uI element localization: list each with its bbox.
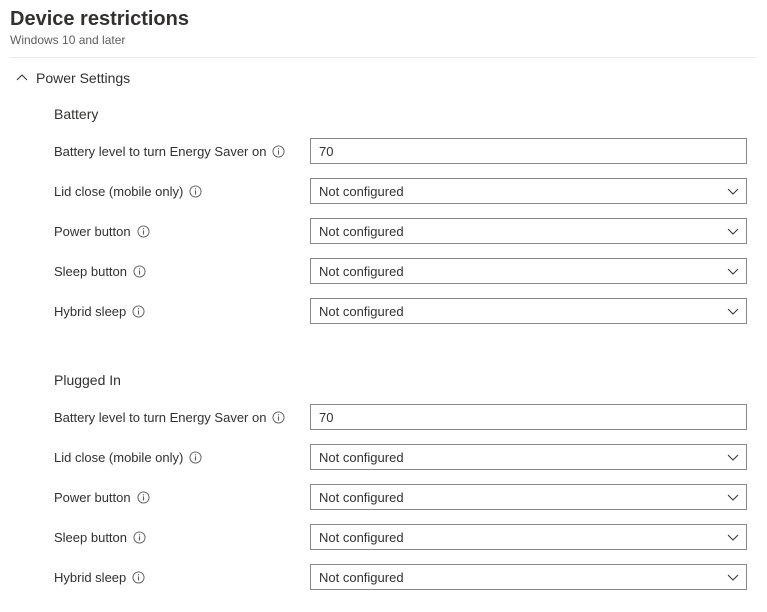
battery-lid-close-select[interactable]: Not configured bbox=[310, 178, 747, 204]
battery-energy-saver-label: Battery level to turn Energy Saver on bbox=[54, 144, 310, 159]
label-text: Power button bbox=[54, 490, 131, 505]
battery-sleep-button-label: Sleep button bbox=[54, 264, 310, 279]
plugged-hybrid-sleep-row: Hybrid sleep Not configured bbox=[54, 564, 747, 590]
plugged-sleep-button-row: Sleep button Not configured bbox=[54, 524, 747, 550]
label-text: Lid close (mobile only) bbox=[54, 184, 183, 199]
select-value: Not configured bbox=[319, 490, 404, 505]
label-text: Hybrid sleep bbox=[54, 570, 126, 585]
chevron-up-icon bbox=[16, 72, 28, 84]
plugged-lid-close-select[interactable]: Not configured bbox=[310, 444, 747, 470]
plugged-power-button-select[interactable]: Not configured bbox=[310, 484, 747, 510]
info-icon[interactable] bbox=[132, 571, 145, 584]
plugged-lid-close-label: Lid close (mobile only) bbox=[54, 450, 310, 465]
battery-sleep-button-select[interactable]: Not configured bbox=[310, 258, 747, 284]
select-value: Not configured bbox=[319, 304, 404, 319]
plugged-hybrid-sleep-label: Hybrid sleep bbox=[54, 570, 310, 585]
battery-hybrid-sleep-select[interactable]: Not configured bbox=[310, 298, 747, 324]
page-subtitle: Windows 10 and later bbox=[10, 33, 757, 47]
page-title: Device restrictions bbox=[10, 8, 757, 31]
plugged-energy-saver-input[interactable] bbox=[310, 404, 747, 430]
section-body: Battery Battery level to turn Energy Sav… bbox=[10, 106, 757, 590]
select-value: Not configured bbox=[319, 184, 404, 199]
label-text: Sleep button bbox=[54, 530, 127, 545]
divider bbox=[10, 57, 757, 58]
info-icon[interactable] bbox=[272, 411, 285, 424]
info-icon[interactable] bbox=[137, 225, 150, 238]
info-icon[interactable] bbox=[189, 185, 202, 198]
info-icon[interactable] bbox=[272, 145, 285, 158]
label-text: Battery level to turn Energy Saver on bbox=[54, 144, 266, 159]
battery-sleep-button-row: Sleep button Not configured bbox=[54, 258, 747, 284]
plugged-power-button-label: Power button bbox=[54, 490, 310, 505]
battery-energy-saver-input[interactable] bbox=[310, 138, 747, 164]
battery-power-button-row: Power button Not configured bbox=[54, 218, 747, 244]
select-value: Not configured bbox=[319, 264, 404, 279]
plugged-lid-close-row: Lid close (mobile only) Not configured bbox=[54, 444, 747, 470]
info-icon[interactable] bbox=[132, 305, 145, 318]
info-icon[interactable] bbox=[137, 491, 150, 504]
section-title: Power Settings bbox=[36, 70, 130, 86]
label-text: Battery level to turn Energy Saver on bbox=[54, 410, 266, 425]
label-text: Power button bbox=[54, 224, 131, 239]
plugged-power-button-row: Power button Not configured bbox=[54, 484, 747, 510]
battery-lid-close-row: Lid close (mobile only) Not configured bbox=[54, 178, 747, 204]
label-text: Hybrid sleep bbox=[54, 304, 126, 319]
battery-heading: Battery bbox=[54, 106, 747, 122]
plugged-heading: Plugged In bbox=[54, 372, 747, 388]
select-value: Not configured bbox=[319, 570, 404, 585]
select-value: Not configured bbox=[319, 224, 404, 239]
battery-hybrid-sleep-label: Hybrid sleep bbox=[54, 304, 310, 319]
select-value: Not configured bbox=[319, 530, 404, 545]
info-icon[interactable] bbox=[189, 451, 202, 464]
battery-power-button-label: Power button bbox=[54, 224, 310, 239]
plugged-hybrid-sleep-select[interactable]: Not configured bbox=[310, 564, 747, 590]
battery-energy-saver-row: Battery level to turn Energy Saver on bbox=[54, 138, 747, 164]
select-value: Not configured bbox=[319, 450, 404, 465]
battery-hybrid-sleep-row: Hybrid sleep Not configured bbox=[54, 298, 747, 324]
plugged-sleep-button-label: Sleep button bbox=[54, 530, 310, 545]
info-icon[interactable] bbox=[133, 531, 146, 544]
plugged-energy-saver-row: Battery level to turn Energy Saver on bbox=[54, 404, 747, 430]
label-text: Sleep button bbox=[54, 264, 127, 279]
battery-power-button-select[interactable]: Not configured bbox=[310, 218, 747, 244]
label-text: Lid close (mobile only) bbox=[54, 450, 183, 465]
plugged-sleep-button-select[interactable]: Not configured bbox=[310, 524, 747, 550]
plugged-energy-saver-label: Battery level to turn Energy Saver on bbox=[54, 410, 310, 425]
battery-lid-close-label: Lid close (mobile only) bbox=[54, 184, 310, 199]
info-icon[interactable] bbox=[133, 265, 146, 278]
section-toggle[interactable]: Power Settings bbox=[10, 66, 757, 90]
